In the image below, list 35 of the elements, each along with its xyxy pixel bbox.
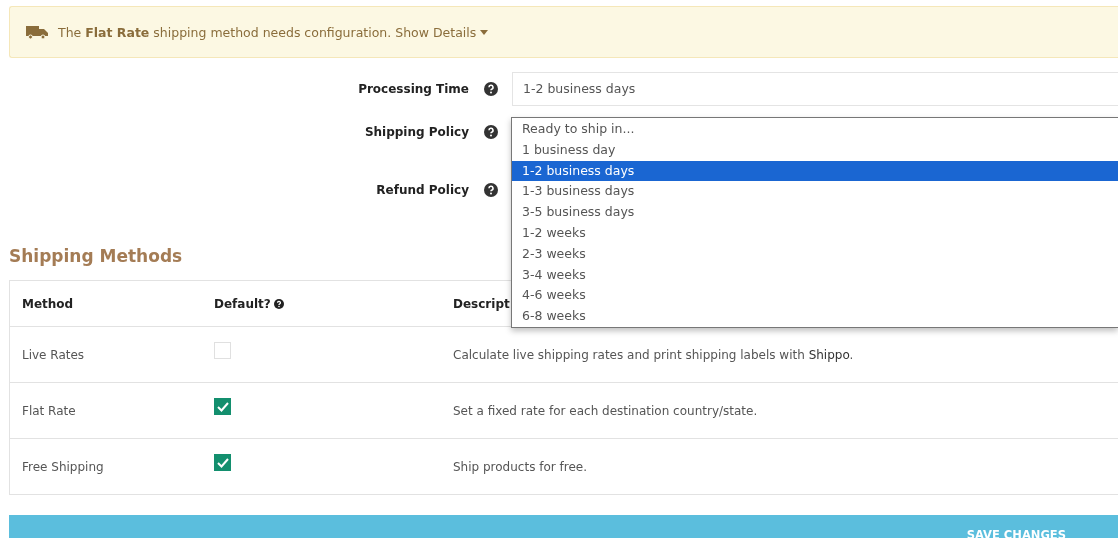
dropdown-option[interactable]: 2-3 weeks: [512, 243, 1118, 265]
dropdown-option[interactable]: 1-2 business days: [512, 160, 1118, 182]
field-label: Processing Time: [357, 82, 469, 96]
method-description: Ship products for free.: [453, 459, 587, 474]
column-header: Descript: [453, 296, 510, 311]
method-name: Flat Rate: [21, 403, 77, 418]
dropdown-option[interactable]: 1 business day: [512, 139, 1118, 161]
dropdown-option[interactable]: 1-3 business days: [512, 181, 1118, 203]
dropdown-option[interactable]: 6-8 weeks: [512, 306, 1118, 327]
column-header: Default?: [214, 296, 271, 311]
processing-time-select[interactable]: 1-2 business days: [512, 72, 1118, 106]
method-name: Live Rates: [21, 347, 86, 362]
show-details-link[interactable]: Show Details: [395, 24, 489, 40]
column-header: Method: [21, 296, 75, 311]
dropdown-option[interactable]: 3-4 weeks: [512, 264, 1118, 286]
help-icon[interactable]: [484, 183, 498, 197]
dropdown-option[interactable]: 1-2 weeks: [512, 223, 1118, 244]
default-checkbox[interactable]: [214, 454, 231, 471]
default-checkbox[interactable]: [214, 398, 231, 415]
alert-message: The Flat Rate shipping method needs configuration.: [58, 24, 392, 40]
method-description: Set a fixed rate for each destination country/state.: [453, 403, 758, 418]
dropdown-option[interactable]: Ready to ship in...: [512, 119, 1118, 140]
field-label: Shipping Policy: [363, 125, 469, 139]
help-icon[interactable]: [484, 125, 498, 139]
truck-icon: [26, 25, 48, 39]
dropdown-option[interactable]: 3-5 business days: [512, 202, 1118, 223]
field-label: Refund Policy: [375, 183, 469, 197]
help-icon[interactable]: [273, 299, 284, 309]
dropdown-option[interactable]: 4-6 weeks: [512, 285, 1118, 307]
help-icon[interactable]: [484, 82, 498, 96]
shippo-link[interactable]: Shippo: [808, 347, 850, 362]
method-description: Calculate live shipping rates and print shipping labels with Shippo.: [453, 347, 854, 362]
section-heading: Shipping Methods: [9, 246, 183, 266]
method-name: Free Shipping: [21, 459, 105, 474]
caret-icon: [480, 29, 489, 35]
